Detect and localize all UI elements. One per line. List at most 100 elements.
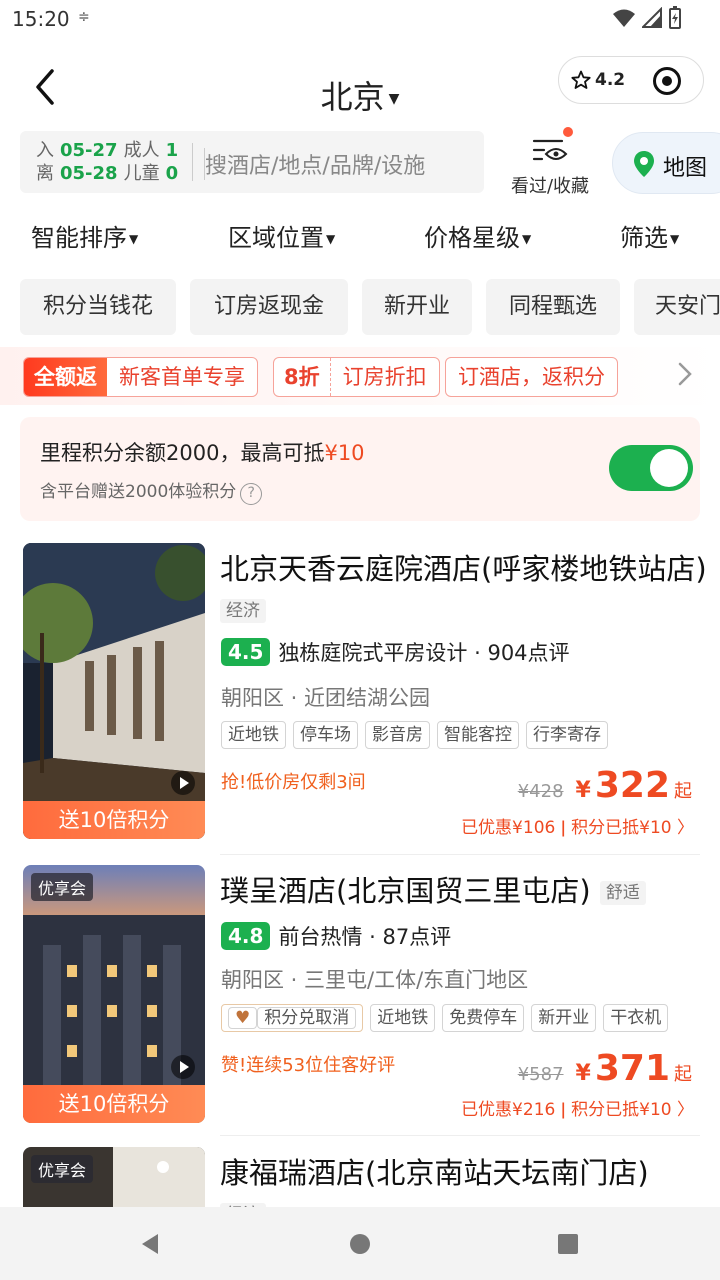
caret-down-icon: ▼ xyxy=(388,91,400,107)
mini-program-capsule: 4.2 xyxy=(558,56,704,104)
discount-value: 8折 xyxy=(274,358,331,396)
history-favorites-button[interactable]: 看过/收藏 xyxy=(500,127,600,197)
points-sub-text: 含平台赠送2000体验积分? xyxy=(40,477,263,505)
savings-detail[interactable]: 已优惠¥106 ǀ 积分已抵¥10 〉 xyxy=(461,813,694,838)
urgency-text: 抢!低价房仅剩3间 xyxy=(221,772,366,793)
hotel-name-text: 康福瑞酒店(北京南站天坛南门店) xyxy=(220,1156,649,1190)
video-play-icon[interactable] xyxy=(171,1055,195,1079)
price: 322 xyxy=(594,765,670,806)
promo-new-user[interactable]: 全额返 新客首单专享 xyxy=(23,357,258,397)
children-count: 0 xyxy=(165,163,179,184)
quick-filter-chips: 积分当钱花 订房返现金 新开业 同程甄选 天安门 xyxy=(20,279,720,335)
promo-points-return[interactable]: 订酒店，返积分 xyxy=(445,357,618,397)
chevron-right-icon[interactable] xyxy=(676,361,694,387)
nav-home-icon[interactable] xyxy=(349,1233,371,1255)
sort-area-label: 区域位置 xyxy=(228,224,324,252)
tag: 近地铁 xyxy=(370,1004,436,1032)
adults-count: 1 xyxy=(165,140,179,161)
price-line: ¥428 ¥ 322 起 xyxy=(518,765,692,806)
hotel-card[interactable]: 优享会 送10倍积分 璞呈酒店(北京国贸三里屯店) 舒适 4.8 前台热情 · 8… xyxy=(0,865,720,1165)
nav-recents-icon[interactable] xyxy=(557,1233,579,1255)
tag: 免费停车 xyxy=(442,1004,525,1032)
hotel-name[interactable]: 璞呈酒店(北京国贸三里屯店) 舒适 xyxy=(220,871,710,911)
video-play-icon[interactable] xyxy=(171,771,195,795)
sort-price-star[interactable]: 价格星级 ▼ xyxy=(424,218,531,253)
caret-down-icon: ▼ xyxy=(129,232,139,246)
sim-settings-icon: ≑ xyxy=(78,9,90,25)
rating-button[interactable]: 4.2 xyxy=(571,70,625,90)
divider xyxy=(220,854,700,855)
score-badge: 4.8 xyxy=(221,922,271,950)
promo-discount[interactable]: 8折 订房折扣 xyxy=(273,357,440,397)
hotel-tags: ♥ 积分兑取消 近地铁 免费停车 新开业 干衣机 xyxy=(221,1004,669,1032)
sort-bar: 智能排序 ▼ 区域位置 ▼ 价格星级 ▼ 筛选 ▼ xyxy=(0,218,720,262)
original-price: ¥587 xyxy=(517,1064,564,1085)
search-input[interactable]: 搜酒店/地点/品牌/设施 xyxy=(204,148,425,180)
rating-value: 4.2 xyxy=(595,70,626,90)
sort-area[interactable]: 区域位置 ▼ xyxy=(228,218,335,253)
chip-tiananmen[interactable]: 天安门 xyxy=(634,279,720,335)
sort-smart-label: 智能排序 xyxy=(31,224,127,252)
chip-new-open[interactable]: 新开业 xyxy=(362,279,472,335)
hotel-image[interactable]: 送10倍积分 xyxy=(23,543,205,839)
star-icon xyxy=(571,70,591,89)
hotel-location: 朝阳区 · 三里屯/工体/东直门地区 xyxy=(221,968,529,992)
chip-cashback[interactable]: 订房返现金 xyxy=(190,279,348,335)
help-icon[interactable]: ? xyxy=(240,483,263,505)
tag: 停车场 xyxy=(293,721,358,749)
hotel-name-text: 北京天香云庭院酒店(呼家楼地铁站店) xyxy=(220,552,707,586)
score-highlight: 独栋庭院式平房设计 · 904点评 xyxy=(278,641,570,665)
hotel-card[interactable]: 送10倍积分 北京天香云庭院酒店(呼家楼地铁站店) 经济 4.5 独栋庭院式平房设… xyxy=(0,543,720,843)
currency: ¥ xyxy=(575,778,591,803)
tag: 影音房 xyxy=(365,721,430,749)
points-text: 里程积分余额2000，最高可抵 xyxy=(40,441,325,465)
hotel-name-text: 璞呈酒店(北京国贸三里屯店) xyxy=(220,874,591,908)
hotel-name[interactable]: 康福瑞酒店(北京南站天坛南门店)经济 xyxy=(220,1153,710,1207)
wifi-icon xyxy=(613,9,635,27)
date-guest-selector[interactable]: 入 05-27 成人 1 离 05-28 儿童 0 xyxy=(36,139,196,185)
points-sub: 含平台赠送2000体验积分 xyxy=(40,482,237,502)
chip-points[interactable]: 积分当钱花 xyxy=(20,279,176,335)
hotel-card[interactable]: 优享会 康福瑞酒店(北京南站天坛南门店)经济 xyxy=(0,1147,720,1207)
chip-selected[interactable]: 同程甄选 xyxy=(486,279,620,335)
heart-coin-icon: ♥ xyxy=(228,1007,258,1029)
divider xyxy=(192,143,193,181)
full-return-label: 全额返 xyxy=(24,358,107,396)
city-name: 北京 xyxy=(320,78,385,116)
points-balance-text: 里程积分余额2000，最高可抵¥10 xyxy=(40,437,365,467)
points-badge: 送10倍积分 xyxy=(23,1085,205,1123)
hotel-image[interactable]: 优享会 xyxy=(23,1147,205,1207)
promo-strip[interactable]: 全额返 新客首单专享 8折 订房折扣 订酒店，返积分 xyxy=(0,347,720,405)
tag: 干衣机 xyxy=(603,1004,669,1032)
savings-detail[interactable]: 已优惠¥216 ǀ 积分已抵¥10 〉 xyxy=(461,1095,694,1120)
checkout-label: 离 xyxy=(36,163,54,184)
search-box[interactable]: 入 05-27 成人 1 离 05-28 儿童 0 搜酒店/地点/品牌/设施 xyxy=(20,131,484,193)
adults-label: 成人 xyxy=(123,140,160,161)
hotel-photo xyxy=(23,543,205,839)
nav-back-icon[interactable] xyxy=(138,1232,162,1256)
tag: 近地铁 xyxy=(221,721,286,749)
points-badge: 送10倍积分 xyxy=(23,801,205,839)
sort-smart[interactable]: 智能排序 ▼ xyxy=(31,218,138,253)
signal-icon xyxy=(642,7,662,28)
battery-icon xyxy=(669,6,681,29)
map-button[interactable]: 地图 xyxy=(612,132,720,194)
tag: 智能客控 xyxy=(437,721,519,749)
currency: ¥ xyxy=(575,1061,591,1086)
hotel-tags: 近地铁 停车场 影音房 智能客控 行李寄存 xyxy=(221,721,608,749)
hotel-tier: 经济 xyxy=(220,599,266,623)
children-label: 儿童 xyxy=(123,163,160,184)
hotel-image[interactable]: 优享会 送10倍积分 xyxy=(23,865,205,1123)
price-line: ¥587 ¥ 371 起 xyxy=(518,1048,692,1089)
sort-filter[interactable]: 筛选 ▼ xyxy=(620,218,679,253)
price-suffix: 起 xyxy=(674,1064,692,1085)
vip-badge: 优享会 xyxy=(31,1155,94,1183)
hotel-name[interactable]: 北京天香云庭院酒店(呼家楼地铁站店) 经济 xyxy=(220,549,710,629)
tag: 新开业 xyxy=(531,1004,597,1032)
price-suffix: 起 xyxy=(674,781,692,802)
points-toggle[interactable] xyxy=(609,445,693,491)
notification-dot xyxy=(563,127,573,137)
close-miniprogram-icon[interactable] xyxy=(653,67,681,95)
urgency-text: 赞!连续53位住客好评 xyxy=(221,1055,396,1076)
score-highlight: 前台热情 · 87点评 xyxy=(278,925,452,949)
